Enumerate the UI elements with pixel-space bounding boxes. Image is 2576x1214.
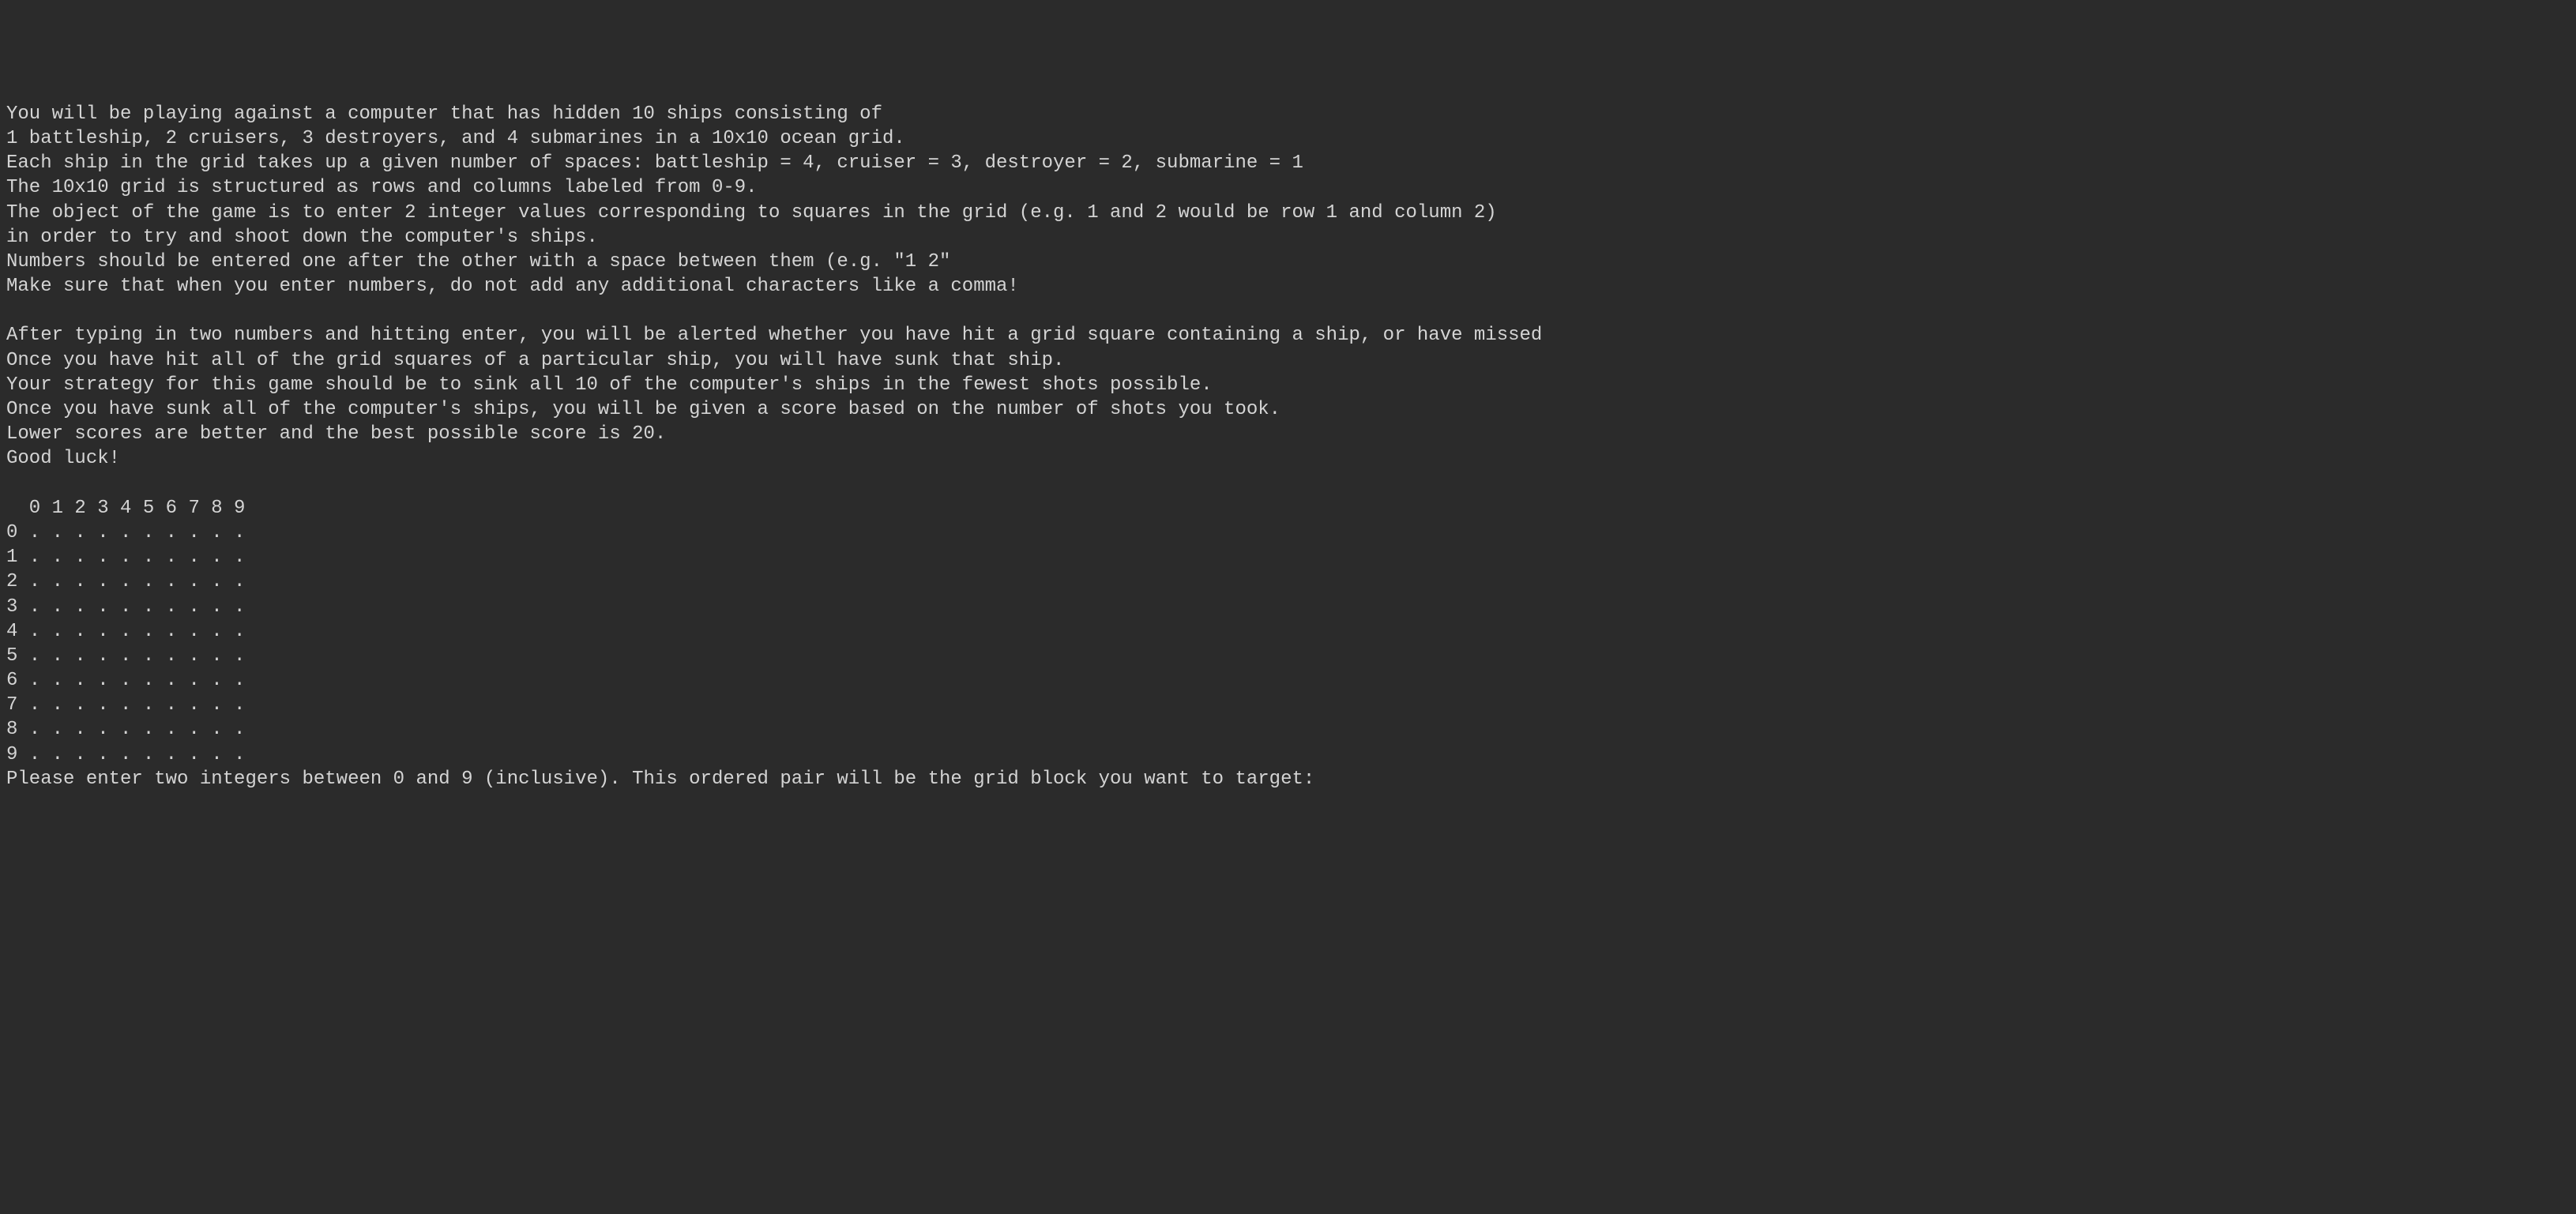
instruction-line: in order to try and shoot down the compu… [6,227,598,248]
grid-row: 6 . . . . . . . . . . [6,670,245,691]
instruction-line: Once you have sunk all of the computer's… [6,399,1280,420]
instruction-line: Your strategy for this game should be to… [6,374,1213,396]
grid-row: 8 . . . . . . . . . . [6,719,245,740]
instruction-line: You will be playing against a computer t… [6,103,882,125]
grid-row: 4 . . . . . . . . . . [6,621,245,642]
instruction-line: Numbers should be entered one after the … [6,251,950,272]
instruction-line: Make sure that when you enter numbers, d… [6,276,1019,297]
grid-row: 0 . . . . . . . . . . [6,522,245,543]
instruction-line: The 10x10 grid is structured as rows and… [6,177,758,198]
instruction-line: The object of the game is to enter 2 int… [6,202,1497,224]
input-prompt: Please enter two integers between 0 and … [6,769,1326,790]
terminal-output[interactable]: You will be playing against a computer t… [6,102,2570,791]
instruction-line: Once you have hit all of the grid square… [6,350,1064,371]
grid-row: 3 . . . . . . . . . . [6,596,245,618]
instruction-line: Good luck! [6,448,120,469]
grid-row: 9 . . . . . . . . . . [6,744,245,765]
instruction-line: After typing in two numbers and hitting … [6,325,1542,346]
grid-row: 2 . . . . . . . . . . [6,571,245,592]
grid-header: 0 1 2 3 4 5 6 7 8 9 [6,498,245,519]
instruction-line: Lower scores are better and the best pos… [6,423,666,445]
instruction-line: 1 battleship, 2 cruisers, 3 destroyers, … [6,128,905,149]
grid-row: 7 . . . . . . . . . . [6,694,245,716]
grid-row: 5 . . . . . . . . . . [6,645,245,667]
instruction-line: Each ship in the grid takes up a given n… [6,152,1303,174]
grid-row: 1 . . . . . . . . . . [6,547,245,568]
